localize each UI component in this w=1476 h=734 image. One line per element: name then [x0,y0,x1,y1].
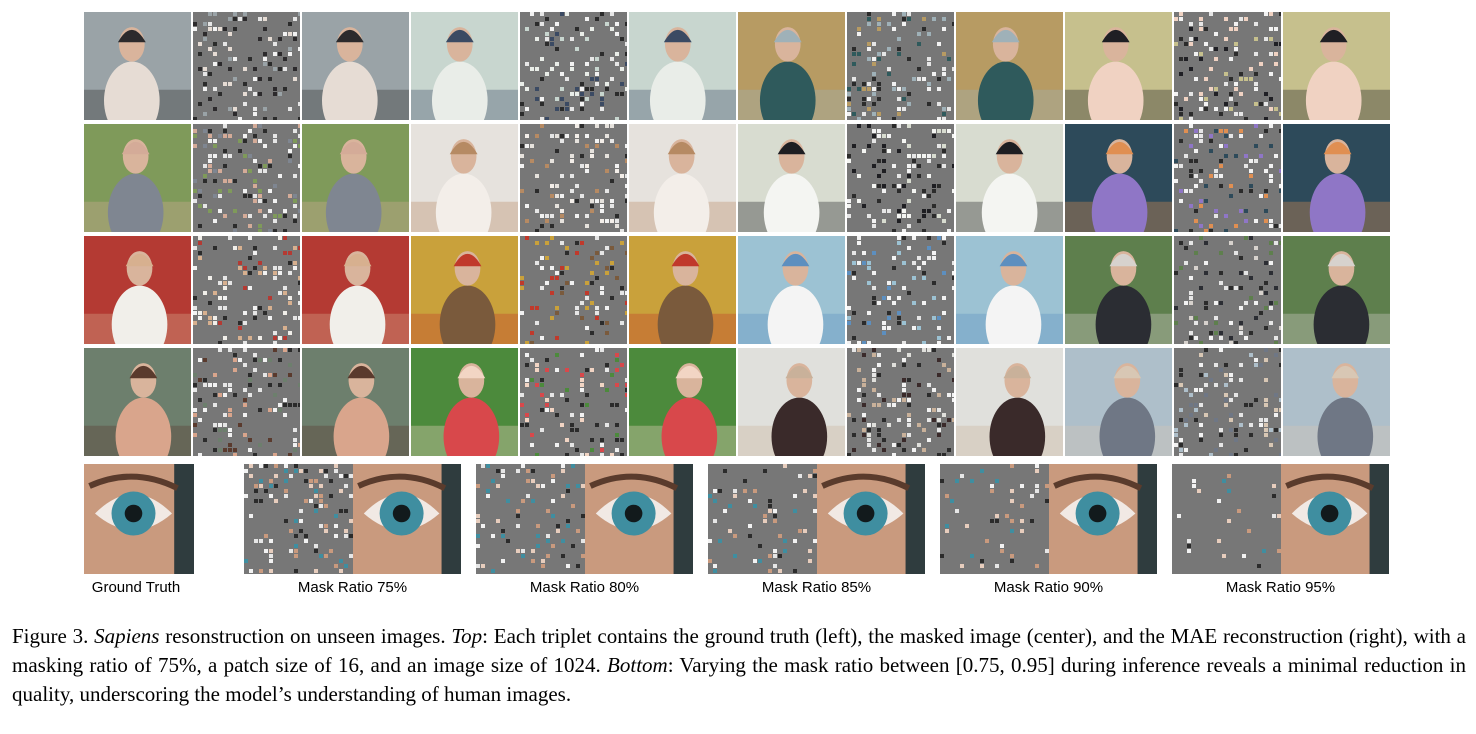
ground-truth-tile [738,348,845,456]
eye-masked-tile [244,464,353,574]
ground-truth-tile [411,12,518,120]
mask-ratio-label: Mask Ratio 75% [297,579,408,596]
reconstruction-tile [302,12,409,120]
reconstruction-tile [956,348,1063,456]
ground-truth-tile [84,236,191,344]
mask-ratio-label: Mask Ratio 80% [529,579,640,596]
ground-truth-label: Ground Truth [91,579,181,596]
eye-masked-tile [708,464,817,574]
reconstruction-tile [1283,124,1390,232]
ground-truth-tile [738,124,845,232]
eye-reconstruction-tile [353,464,461,574]
eye-reconstruction-tile [1049,464,1157,574]
mask-ratio-strip: Ground Truth Mask Ratio 75% Mask Ratio 80%… [84,464,1390,604]
ground-truth-tile [84,348,191,456]
masked-image-tile [193,124,300,232]
eye-ground-truth-tile [84,464,194,574]
masked-image-tile [1174,124,1281,232]
masked-image-tile [1174,12,1281,120]
mask-ratio-label: Mask Ratio 95% [1225,579,1336,596]
ground-truth-tile [738,236,845,344]
mask-ratio-label: Mask Ratio 85% [761,579,872,596]
masked-image-tile [520,236,627,344]
ground-truth-tile [411,124,518,232]
ground-truth-tile [1065,348,1172,456]
reconstruction-tile [956,12,1063,120]
reconstruction-tile [629,124,736,232]
masked-image-tile [520,348,627,456]
eye-masked-tile [940,464,1049,574]
reconstruction-tile [1283,348,1390,456]
reconstruction-tile [629,236,736,344]
reconstruction-tile [956,124,1063,232]
eye-reconstruction-tile [817,464,925,574]
reconstruction-tile [1283,236,1390,344]
mask-ratio-label: Mask Ratio 90% [993,579,1104,596]
reconstruction-tile [1283,12,1390,120]
ground-truth-tile [84,124,191,232]
ground-truth-tile [1065,236,1172,344]
triplet-grid [84,12,1390,458]
ground-truth-tile [411,348,518,456]
reconstruction-tile [629,348,736,456]
ground-truth-tile [84,12,191,120]
eye-masked-tile [476,464,585,574]
figure-caption: Figure 3. Sapiens resonstruction on unse… [12,622,1466,709]
reconstruction-tile [956,236,1063,344]
masked-image-tile [193,236,300,344]
masked-image-tile [193,12,300,120]
masked-image-tile [847,124,954,232]
eye-reconstruction-tile [1281,464,1389,574]
eye-reconstruction-tile [585,464,693,574]
caption-model-name: Sapiens [94,624,160,648]
reconstruction-tile [629,12,736,120]
reconstruction-tile [302,348,409,456]
ground-truth-tile [411,236,518,344]
masked-image-tile [1174,348,1281,456]
caption-text-1: resonstruction on unseen images. [159,624,452,648]
reconstruction-tile [302,124,409,232]
eye-masked-tile [1172,464,1281,574]
ground-truth-tile [1065,124,1172,232]
masked-image-tile [847,236,954,344]
ground-truth-tile [1065,12,1172,120]
masked-image-tile [847,12,954,120]
ground-truth-tile [738,12,845,120]
masked-image-tile [847,348,954,456]
masked-image-tile [520,12,627,120]
caption-bottom-label: Bottom [607,653,668,677]
masked-image-tile [520,124,627,232]
reconstruction-tile [302,236,409,344]
masked-image-tile [193,348,300,456]
caption-label: Figure 3. [12,624,89,648]
masked-image-tile [1174,236,1281,344]
caption-top-label: Top [451,624,483,648]
